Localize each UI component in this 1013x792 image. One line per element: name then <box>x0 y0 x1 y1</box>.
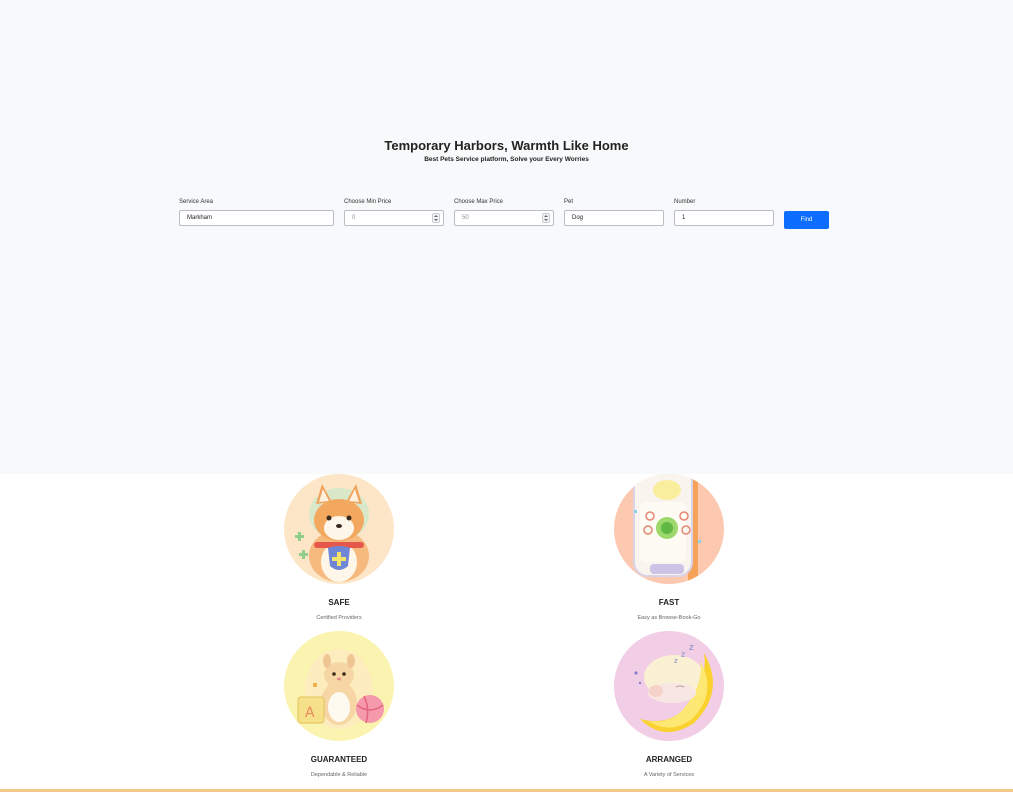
service-area-label: Service Area <box>179 199 214 205</box>
hamster-with-toys-icon: A <box>284 631 394 741</box>
svg-text:z: z <box>674 657 678 665</box>
feature-title: GUARANTEED <box>310 755 368 764</box>
max-price-field: Choose Max Price 50 <box>454 199 554 226</box>
svg-text:A: A <box>305 705 315 721</box>
pet-label: Pet <box>564 199 574 205</box>
min-price-spinner-icon[interactable] <box>432 213 440 223</box>
feature-fast: FAST Easy as Browse-Book-Go <box>614 474 724 622</box>
hero-title: Temporary Harbors, Warmth Like Home <box>384 138 629 153</box>
service-area-input[interactable]: Markham <box>179 210 334 226</box>
pet-input[interactable]: Dog <box>564 210 664 226</box>
hero-section: Temporary Harbors, Warmth Like Home Best… <box>0 0 1013 474</box>
feature-guaranteed: A GUARANTEED Dependable & Reliable <box>284 631 394 779</box>
svg-text:z: z <box>681 650 685 659</box>
feature-title: FAST <box>658 598 680 607</box>
number-field: Number 1 <box>674 199 774 226</box>
feature-arranged: z z z ARRANGED A Variety of Services <box>614 631 724 779</box>
find-button[interactable]: Find <box>784 211 829 229</box>
min-price-field: Choose Min Price 0 <box>344 199 444 226</box>
min-price-input[interactable]: 0 <box>344 210 444 226</box>
paw-phone-icon <box>614 474 724 584</box>
corgi-with-shield-icon <box>284 474 394 584</box>
feature-subtitle: Certified Providers <box>316 615 362 621</box>
feature-title: SAFE <box>328 598 350 607</box>
feature-title: ARRANGED <box>645 755 693 764</box>
min-price-value: 0 <box>352 215 356 221</box>
max-price-spinner-icon[interactable] <box>542 213 550 223</box>
feature-subtitle: Easy as Browse-Book-Go <box>637 615 701 621</box>
feature-subtitle: Dependable & Reliable <box>310 772 368 778</box>
pet-field: Pet Dog <box>564 199 664 226</box>
max-price-value: 50 <box>462 215 469 221</box>
svg-text:z: z <box>689 643 694 653</box>
hero-subtitle: Best Pets Service platform, Solve your E… <box>424 156 589 163</box>
min-price-label: Choose Min Price <box>344 199 392 205</box>
sleeping-pet-moon-icon: z z z <box>614 631 724 741</box>
number-label: Number <box>674 199 696 205</box>
feature-subtitle: A Variety of Services <box>643 772 695 778</box>
number-input[interactable]: 1 <box>674 210 774 226</box>
service-area-field: Service Area Markham <box>179 199 334 226</box>
feature-safe: SAFE Certified Providers <box>284 474 394 622</box>
max-price-input[interactable]: 50 <box>454 210 554 226</box>
max-price-label: Choose Max Price <box>454 199 504 205</box>
